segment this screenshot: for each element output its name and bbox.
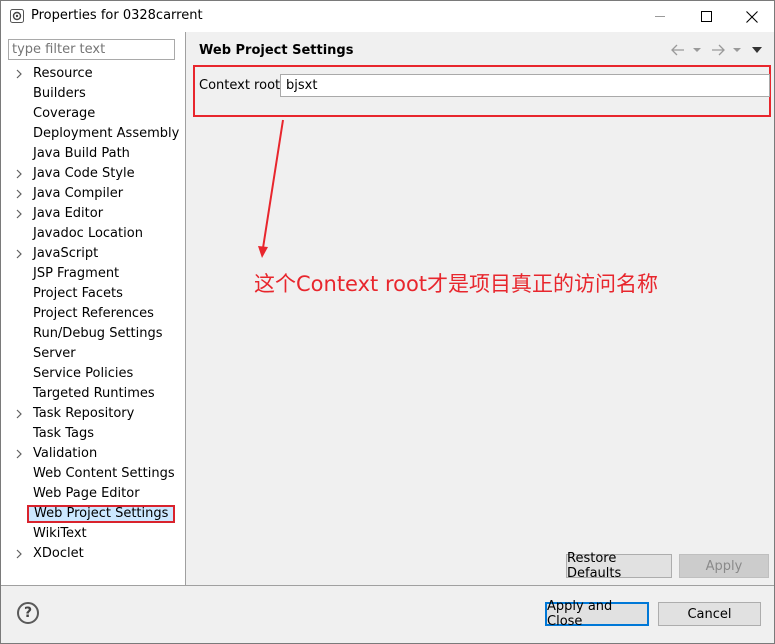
apply-and-close-button[interactable]: Apply and Close xyxy=(545,599,649,629)
tree-item-label: WikiText xyxy=(33,526,87,541)
tree-item-label: Run/Debug Settings xyxy=(33,326,163,341)
apply-button[interactable]: Apply xyxy=(679,554,769,578)
annotation-arrow xyxy=(258,119,284,258)
minimize-icon xyxy=(654,16,665,17)
restore-defaults-button[interactable]: Restore Defaults xyxy=(566,551,672,581)
tree-item-label: Server xyxy=(33,346,76,361)
chevron-right-icon[interactable] xyxy=(15,548,25,560)
tree-item-label: Targeted Runtimes xyxy=(33,386,155,401)
title-bar: Properties for 0328carrent xyxy=(1,1,774,32)
tree-item-label: Resource xyxy=(33,66,93,81)
minimize-button[interactable] xyxy=(637,1,683,32)
chevron-right-icon[interactable] xyxy=(15,68,25,80)
tree-item-jsp-fragment[interactable]: JSP Fragment xyxy=(1,264,185,284)
tree-item-server[interactable]: Server xyxy=(1,344,185,364)
tree-item-label: Task Tags xyxy=(33,426,94,441)
tree-item-web-page-editor[interactable]: Web Page Editor xyxy=(1,484,185,504)
tree-item-builders[interactable]: Builders xyxy=(1,84,185,104)
help-button[interactable]: ? xyxy=(17,602,39,624)
tree-item-label: Project References xyxy=(33,306,154,321)
eclipse-properties-icon xyxy=(9,8,25,24)
tree-item-java-build-path[interactable]: Java Build Path xyxy=(1,144,185,164)
help-icon: ? xyxy=(23,605,33,621)
tree-item-label: XDoclet xyxy=(33,546,84,561)
close-button[interactable] xyxy=(729,1,775,32)
tree-item-label: Coverage xyxy=(33,106,96,121)
tree-item-service-policies[interactable]: Service Policies xyxy=(1,364,185,384)
maximize-button[interactable] xyxy=(683,1,729,32)
tree-item-label: Deployment Assembly xyxy=(33,126,180,141)
maximize-icon xyxy=(700,11,712,22)
tree-item-run-debug-settings[interactable]: Run/Debug Settings xyxy=(1,324,185,344)
tree-item-java-code-style[interactable]: Java Code Style xyxy=(1,164,185,184)
window-title: Properties for 0328carrent xyxy=(31,8,203,23)
tree-item-label: Java Build Path xyxy=(33,146,130,161)
tree-item-web-project-settings[interactable]: Web Project Settings xyxy=(1,504,185,524)
chevron-right-icon[interactable] xyxy=(15,188,25,200)
tree-item-label: Service Policies xyxy=(33,366,134,381)
tree-item-label: Web Page Editor xyxy=(33,486,140,501)
tree-item-xdoclet[interactable]: XDoclet xyxy=(1,544,185,564)
tree-item-label: Java Code Style xyxy=(33,166,135,181)
tree-item-java-editor[interactable]: Java Editor xyxy=(1,204,185,224)
tree-item-label: JavaScript xyxy=(33,246,99,261)
chevron-right-icon[interactable] xyxy=(15,448,25,460)
tree-item-wikitext[interactable]: WikiText xyxy=(1,524,185,544)
tree-item-javadoc-location[interactable]: Javadoc Location xyxy=(1,224,185,244)
tree-item-label: Java Compiler xyxy=(33,186,124,201)
tree-item-label: Builders xyxy=(33,86,86,101)
cancel-button[interactable]: Cancel xyxy=(658,602,761,626)
tree-item-label: Project Facets xyxy=(33,286,123,301)
settings-page: Web Project Settings Context root: 这个 xyxy=(186,32,774,585)
dialog-footer: ? Apply and Close Cancel xyxy=(1,586,774,643)
tree-item-label: Java Editor xyxy=(33,206,104,221)
tree-item-javascript[interactable]: JavaScript xyxy=(1,244,185,264)
chevron-right-icon[interactable] xyxy=(15,408,25,420)
tree-item-label: Validation xyxy=(33,446,98,461)
chevron-right-icon[interactable] xyxy=(15,168,25,180)
tree-item-coverage[interactable]: Coverage xyxy=(1,104,185,124)
tree-item-project-facets[interactable]: Project Facets xyxy=(1,284,185,304)
tree-item-project-references[interactable]: Project References xyxy=(1,304,185,324)
tree-item-resource[interactable]: Resource xyxy=(1,64,185,84)
annotation-text: 这个Context root才是项目真正的访问名称 xyxy=(254,272,659,296)
category-panel: Resource Builders Coverage Deployment As… xyxy=(1,32,185,585)
tree-item-deployment-assembly[interactable]: Deployment Assembly xyxy=(1,124,185,144)
tree-item-label: Task Repository xyxy=(33,406,135,421)
tree-item-web-content-settings[interactable]: Web Content Settings xyxy=(1,464,185,484)
tree-item-task-repository[interactable]: Task Repository xyxy=(1,404,185,424)
tree-item-label: Web Content Settings xyxy=(33,466,175,481)
tree-item-label: JSP Fragment xyxy=(33,266,120,281)
tree-item-task-tags[interactable]: Task Tags xyxy=(1,424,185,444)
filter-input[interactable] xyxy=(8,39,175,60)
chevron-right-icon[interactable] xyxy=(15,248,25,260)
tree-item-targeted-runtimes[interactable]: Targeted Runtimes xyxy=(1,384,185,404)
tree-item-validation[interactable]: Validation xyxy=(1,444,185,464)
tree-item-label-selected: Web Project Settings xyxy=(27,505,176,523)
close-icon xyxy=(746,10,758,23)
properties-dialog: Properties for 0328carrent Resource Buil… xyxy=(0,0,775,644)
tree-item-label: Javadoc Location xyxy=(33,226,143,241)
chevron-right-icon[interactable] xyxy=(15,208,25,220)
tree-item-java-compiler[interactable]: Java Compiler xyxy=(1,184,185,204)
